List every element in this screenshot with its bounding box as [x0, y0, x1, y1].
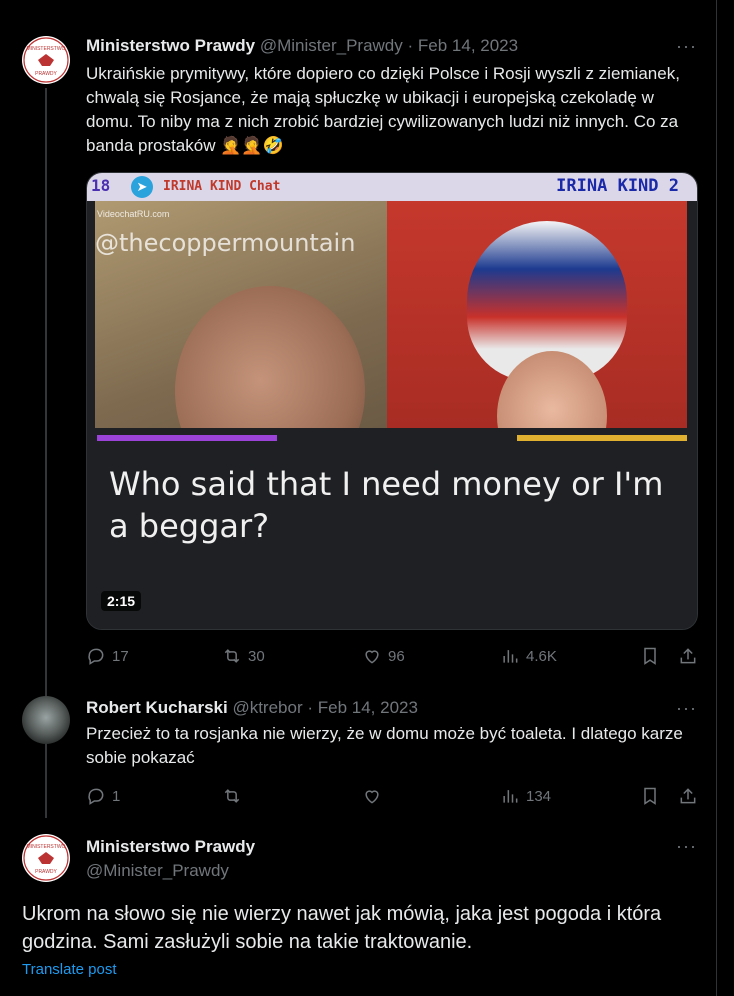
tweet-text: Ukrom na słowo się nie wierzy nawet jak … [22, 903, 662, 953]
reply-count: 1 [112, 787, 121, 805]
tweet-text: Przecież to ta rosjanka nie wierzy, że w… [86, 724, 683, 767]
author-name[interactable]: Ministerstwo Prawdy [86, 36, 255, 55]
repost-icon [224, 649, 240, 663]
repost-count: 30 [248, 647, 265, 665]
bookmark-button[interactable] [640, 786, 660, 806]
svg-text:PRAWDY: PRAWDY [35, 71, 57, 77]
view-count: 134 [526, 787, 552, 805]
share-icon [680, 648, 696, 664]
repost-button[interactable]: 30 [222, 646, 265, 666]
video-duration: 2:15 [101, 591, 142, 611]
views-button[interactable]: 4.6K [500, 646, 557, 666]
author-handle[interactable]: @Minister_Prawdy [86, 861, 229, 881]
repost-icon [224, 789, 240, 803]
author-name[interactable]: Ministerstwo Prawdy [86, 837, 255, 857]
stream-number: 18 [91, 176, 111, 195]
more-options-icon[interactable]: ··· [676, 698, 697, 719]
bookmark-icon [644, 647, 656, 665]
telegram-icon: ➤ [131, 176, 153, 198]
video-watermark: @thecoppermountain [95, 229, 356, 257]
video-player[interactable]: 18 ➤ IRINA KIND Chat IRINA KIND 2 Videoc… [86, 172, 698, 630]
tweet-date[interactable]: Feb 14, 2023 [418, 36, 518, 55]
tweet-text: Ukraińskie prymitywy, które dopiero co d… [86, 64, 680, 155]
share-button[interactable] [678, 646, 698, 666]
more-options-icon[interactable]: ··· [676, 36, 697, 57]
tweet-date[interactable]: Feb 14, 2023 [318, 698, 418, 717]
svg-text:PRAWDY: PRAWDY [35, 869, 57, 875]
name-bar-left [97, 435, 277, 441]
translate-post-link[interactable]: Translate post [22, 961, 117, 978]
reply-icon [88, 788, 104, 805]
chat-title: IRINA KIND Chat [163, 179, 281, 194]
views-icon [503, 790, 518, 803]
views-button[interactable]: 134 [500, 786, 551, 806]
view-count: 4.6K [526, 647, 557, 665]
avatar[interactable]: MINISTERSTWO PRAWDY [22, 834, 70, 882]
tweet-header: Robert Kucharski @ktrebor · Feb 14, 2023 [86, 698, 418, 717]
reply-icon [88, 648, 104, 665]
heart-icon [365, 650, 379, 664]
tweet-header: Ministerstwo Prawdy @Minister_Prawdy · F… [86, 36, 519, 55]
more-options-icon[interactable]: ··· [676, 836, 697, 857]
reply-button[interactable]: 17 [86, 646, 129, 666]
heart-icon [365, 790, 379, 804]
views-icon [503, 650, 518, 663]
ministry-logo-icon: MINISTERSTWO PRAWDY [23, 835, 69, 881]
author-handle[interactable]: @ktrebor [232, 698, 302, 717]
share-icon [680, 788, 696, 804]
reply-button[interactable]: 1 [86, 786, 120, 806]
site-logo: VideochatRU.com [97, 209, 170, 219]
bookmark-icon [644, 787, 656, 805]
like-button[interactable]: 96 [362, 646, 405, 666]
video-caption: Who said that I need money or I'm a begg… [109, 465, 664, 545]
like-count: 96 [388, 647, 405, 665]
share-button[interactable] [678, 786, 698, 806]
ministry-logo-icon: MINISTERSTWO PRAWDY [23, 37, 69, 83]
avatar[interactable]: MINISTERSTWO PRAWDY [22, 36, 70, 84]
svg-text:MINISTERSTWO: MINISTERSTWO [27, 46, 66, 52]
bookmark-button[interactable] [640, 646, 660, 666]
name-bar-right [517, 435, 687, 441]
author-name[interactable]: Robert Kucharski [86, 698, 228, 717]
repost-button[interactable] [222, 786, 242, 806]
like-button[interactable] [362, 786, 382, 806]
avatar[interactable] [22, 696, 70, 744]
author-handle[interactable]: @Minister_Prawdy [260, 36, 403, 55]
reply-count: 17 [112, 647, 129, 665]
stream-title: IRINA KIND 2 [556, 176, 679, 196]
svg-text:MINISTERSTWO: MINISTERSTWO [27, 844, 66, 850]
